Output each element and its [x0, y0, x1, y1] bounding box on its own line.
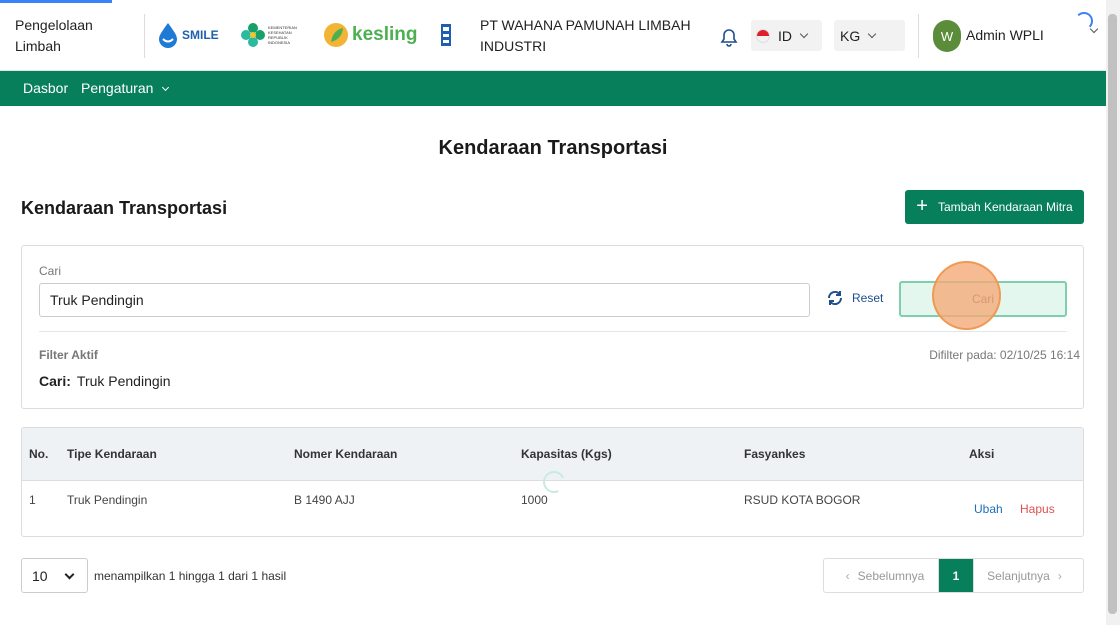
kesling-logo: kesling	[323, 22, 417, 48]
prev-page-label: Sebelumnya	[857, 568, 925, 583]
click-indicator	[932, 261, 1001, 330]
language-dropdown[interactable]: ID	[751, 20, 822, 51]
page-size-value: 10	[32, 567, 48, 584]
search-label: Cari	[39, 264, 62, 278]
chevron-down-icon	[867, 29, 877, 38]
filter-timestamp: Difilter pada: 02/10/25 16:14	[929, 348, 1080, 362]
filter-chip-value: Truk Pendingin	[76, 373, 171, 389]
indonesia-flag-icon	[756, 28, 770, 43]
scrollbar-thumb[interactable]	[1108, 14, 1117, 614]
cell-no: 1	[29, 493, 36, 507]
chevron-down-icon	[162, 83, 170, 91]
top-header: Pengelolaan Limbah SMILE KEMENTERIAN KES…	[0, 0, 1106, 71]
app-name[interactable]: Pengelolaan Limbah	[15, 15, 125, 57]
chevron-down-icon	[64, 569, 75, 580]
chevron-down-icon	[799, 29, 809, 38]
pagination: ‹ Sebelumnya 1 Selanjutnya ›	[823, 558, 1084, 593]
column-header-facility: Fasyankes	[744, 447, 806, 461]
filter-card	[21, 245, 1084, 409]
kemenkes-flower-icon	[241, 23, 265, 47]
company-emblem-icon	[441, 24, 451, 46]
unit-value: KG	[840, 27, 861, 44]
filter-divider	[39, 331, 1067, 332]
column-header-no: No.	[29, 447, 49, 461]
smile-logo-text: SMILE	[182, 28, 219, 42]
filter-chip-key: Cari:	[39, 373, 71, 389]
section-title: Kendaraan Transportasi	[21, 198, 228, 218]
next-page-button[interactable]: Selanjutnya ›	[973, 559, 1083, 592]
smile-logo: SMILE	[157, 22, 219, 48]
cell-capacity: 1000	[521, 493, 548, 507]
column-header-type: Tipe Kendaraan	[67, 447, 157, 461]
add-vehicle-label: Tambah Kendaraan Mitra	[937, 200, 1073, 214]
plus-icon: +	[916, 195, 928, 217]
user-name[interactable]: Admin WPLI	[966, 27, 1044, 43]
bell-icon[interactable]	[719, 28, 739, 48]
search-input[interactable]	[39, 283, 810, 317]
reset-button[interactable]: Reset	[826, 289, 883, 307]
loading-spinner-icon	[1075, 12, 1093, 30]
edit-link[interactable]: Ubah	[974, 502, 1003, 516]
unit-dropdown[interactable]: KG	[834, 20, 905, 51]
refresh-icon	[827, 290, 843, 306]
kesling-leaf-icon	[324, 23, 348, 47]
delete-link[interactable]: Hapus	[1020, 502, 1055, 516]
kemenkes-logo: KEMENTERIAN KESEHATAN REPUBLIK INDONESIA	[240, 22, 298, 48]
column-header-capacity: Kapasitas (Kgs)	[521, 447, 612, 461]
header-divider	[144, 14, 145, 58]
header-divider	[918, 14, 919, 58]
main-nav: Dasbor Pengaturan	[0, 71, 1106, 106]
kemenkes-logo-text: KEMENTERIAN KESEHATAN REPUBLIK INDONESIA	[268, 25, 297, 45]
language-value: ID	[778, 27, 792, 44]
cell-facility: RSUD KOTA BOGOR	[744, 493, 861, 507]
prev-page-button[interactable]: ‹ Sebelumnya	[824, 559, 939, 592]
add-vehicle-button[interactable]: + Tambah Kendaraan Mitra	[905, 190, 1084, 224]
active-filter-chip: Cari: Truk Pendingin	[39, 373, 171, 389]
active-filter-title: Filter Aktif	[39, 348, 98, 362]
pagination-summary: menampilkan 1 hingga 1 dari 1 hasil	[94, 569, 287, 583]
page-title: Kendaraan Transportasi	[438, 137, 668, 159]
column-header-plate: Nomer Kendaraan	[294, 447, 398, 461]
column-header-actions: Aksi	[969, 447, 995, 461]
avatar[interactable]: W	[933, 20, 961, 52]
chevron-right-icon: ›	[1057, 568, 1062, 583]
loading-bar	[0, 0, 112, 3]
reset-label: Reset	[852, 291, 884, 305]
nav-item-dasbor[interactable]: Dasbor	[23, 80, 68, 96]
cell-type: Truk Pendingin	[67, 493, 148, 507]
chevron-left-icon: ‹	[845, 568, 850, 583]
kesling-logo-text: kesling	[352, 24, 418, 45]
page-size-select[interactable]: 10	[21, 558, 88, 593]
nav-item-label: Pengaturan	[81, 80, 154, 96]
cell-plate: B 1490 AJJ	[294, 493, 355, 507]
company-name: PT WAHANA PAMUNAH LIMBAH INDUSTRI	[480, 17, 691, 54]
smile-drop-icon	[159, 23, 177, 48]
nav-item-pengaturan[interactable]: Pengaturan	[81, 80, 170, 96]
next-page-label: Selanjutnya	[987, 568, 1050, 583]
current-page-button[interactable]: 1	[939, 559, 973, 592]
